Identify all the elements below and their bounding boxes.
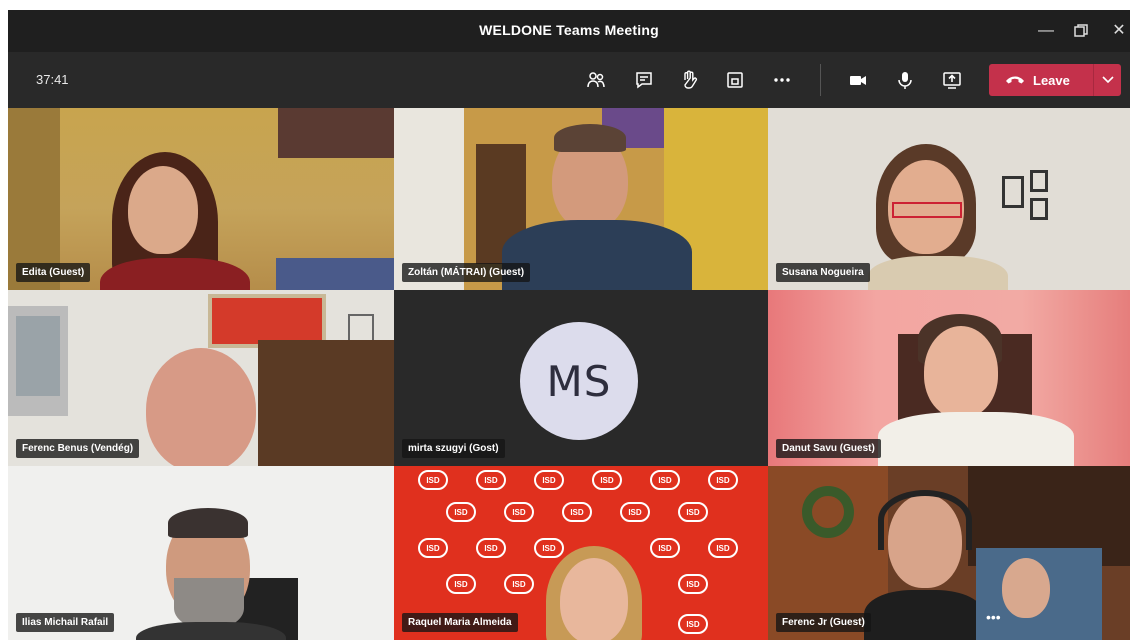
person-body [136,622,286,640]
picture-frame [1030,198,1048,220]
person-body [502,220,692,290]
isd-logo-icon: ISD [620,502,650,522]
more-icon[interactable]: ••• [986,610,1012,626]
video-tile[interactable]: ••• Ferenc Jr (Guest) [768,466,1130,640]
video-tile[interactable]: Danut Savu (Guest) [768,290,1130,466]
video-tile[interactable]: Susana Nogueira [768,108,1130,290]
participant-name: Edita (Guest) [16,263,91,282]
person-face [1002,558,1050,618]
isd-logo-icon: ISD [534,538,564,558]
participant-name: Ilias Michail Rafail [16,613,115,632]
avatar: MS [520,322,638,440]
participant-name: mirta szugyi (Gost) [402,439,505,458]
video-tile[interactable]: Zoltán (MÁTRAI) (Guest) [394,108,768,290]
headphones [878,490,972,550]
glasses [892,202,962,218]
close-icon[interactable]: ✕ [1106,18,1130,44]
isd-logo-icon: ISD [708,538,738,558]
more-icon[interactable] [768,66,796,94]
wreath [802,486,854,538]
beard [174,578,244,628]
window-title: WELDONE Teams Meeting [479,22,659,38]
isd-logo-icon: ISD [592,470,622,490]
isd-logo-icon: ISD [678,614,708,634]
person-body [878,412,1074,466]
video-tile[interactable]: Ilias Michail Rafail [8,466,394,640]
isd-logo-icon: ISD [504,574,534,594]
isd-logo-icon: ISD [650,538,680,558]
chevron-down-icon[interactable] [1094,76,1121,84]
isd-logo-icon: ISD [476,470,506,490]
isd-logo-icon: ISD [504,502,534,522]
participant-name: Zoltán (MÁTRAI) (Guest) [402,263,531,282]
leave-main[interactable]: Leave [989,64,1093,96]
participant-name: Danut Savu (Guest) [776,439,881,458]
wall-painting [278,108,394,158]
person-hair [168,508,248,538]
video-tile[interactable]: MS mirta szugyi (Gost) [394,290,768,466]
person-body [864,590,984,640]
monitor-screen [16,316,60,396]
participant-name: Raquel Maria Almeida [402,613,518,632]
rooms-icon[interactable] [721,66,749,94]
toolbar-divider [820,64,821,96]
person-face [924,326,998,418]
share-screen-icon[interactable] [938,66,966,94]
isd-logo-icon: ISD [476,538,506,558]
cabinet [258,340,394,466]
leave-button[interactable]: Leave [989,64,1121,96]
minimize-icon[interactable]: — [1033,18,1059,44]
video-tile[interactable]: Edita (Guest) [8,108,394,290]
restore-icon[interactable] [1068,18,1094,44]
isd-logo-icon: ISD [418,538,448,558]
participant-name: Ferenc Jr (Guest) [776,613,871,632]
person-face [560,558,628,640]
meeting-toolbar: 37:41 Leave [8,52,1130,108]
isd-logo-icon: ISD [650,470,680,490]
meeting-timer: 37:41 [36,72,69,87]
chat-icon[interactable] [630,66,658,94]
video-tile[interactable]: ISD ISD ISD ISD ISD ISD ISD ISD ISD ISD … [394,466,768,640]
raise-hand-icon[interactable] [675,66,703,94]
isd-logo-icon: ISD [418,470,448,490]
picture-frame [1030,170,1048,192]
isd-logo-icon: ISD [708,470,738,490]
video-tile[interactable]: Ferenc Benus (Vendég) [8,290,394,466]
person-body [868,256,1008,290]
bed-blanket [276,258,394,290]
camera-icon[interactable] [844,66,872,94]
person-body [100,258,250,290]
leave-label: Leave [1033,72,1070,88]
video-grid: Edita (Guest) Zoltán (MÁTRAI) (Guest) Su… [8,108,1130,640]
isd-logo-icon: ISD [678,502,708,522]
person-hair [554,124,626,152]
person-face [128,166,198,254]
isd-logo-icon: ISD [562,502,592,522]
isd-logo-icon: ISD [678,574,708,594]
person-face [146,348,256,466]
isd-logo-icon: ISD [446,574,476,594]
participants-icon[interactable] [582,66,610,94]
picture-frame [1002,176,1024,208]
title-bar: WELDONE Teams Meeting — ✕ [8,10,1130,52]
isd-logo-icon: ISD [534,470,564,490]
microphone-icon[interactable] [891,66,919,94]
isd-logo-icon: ISD [446,502,476,522]
hang-up-icon [1006,76,1024,84]
participant-name: Ferenc Benus (Vendég) [16,439,140,458]
participant-name: Susana Nogueira [776,263,870,282]
